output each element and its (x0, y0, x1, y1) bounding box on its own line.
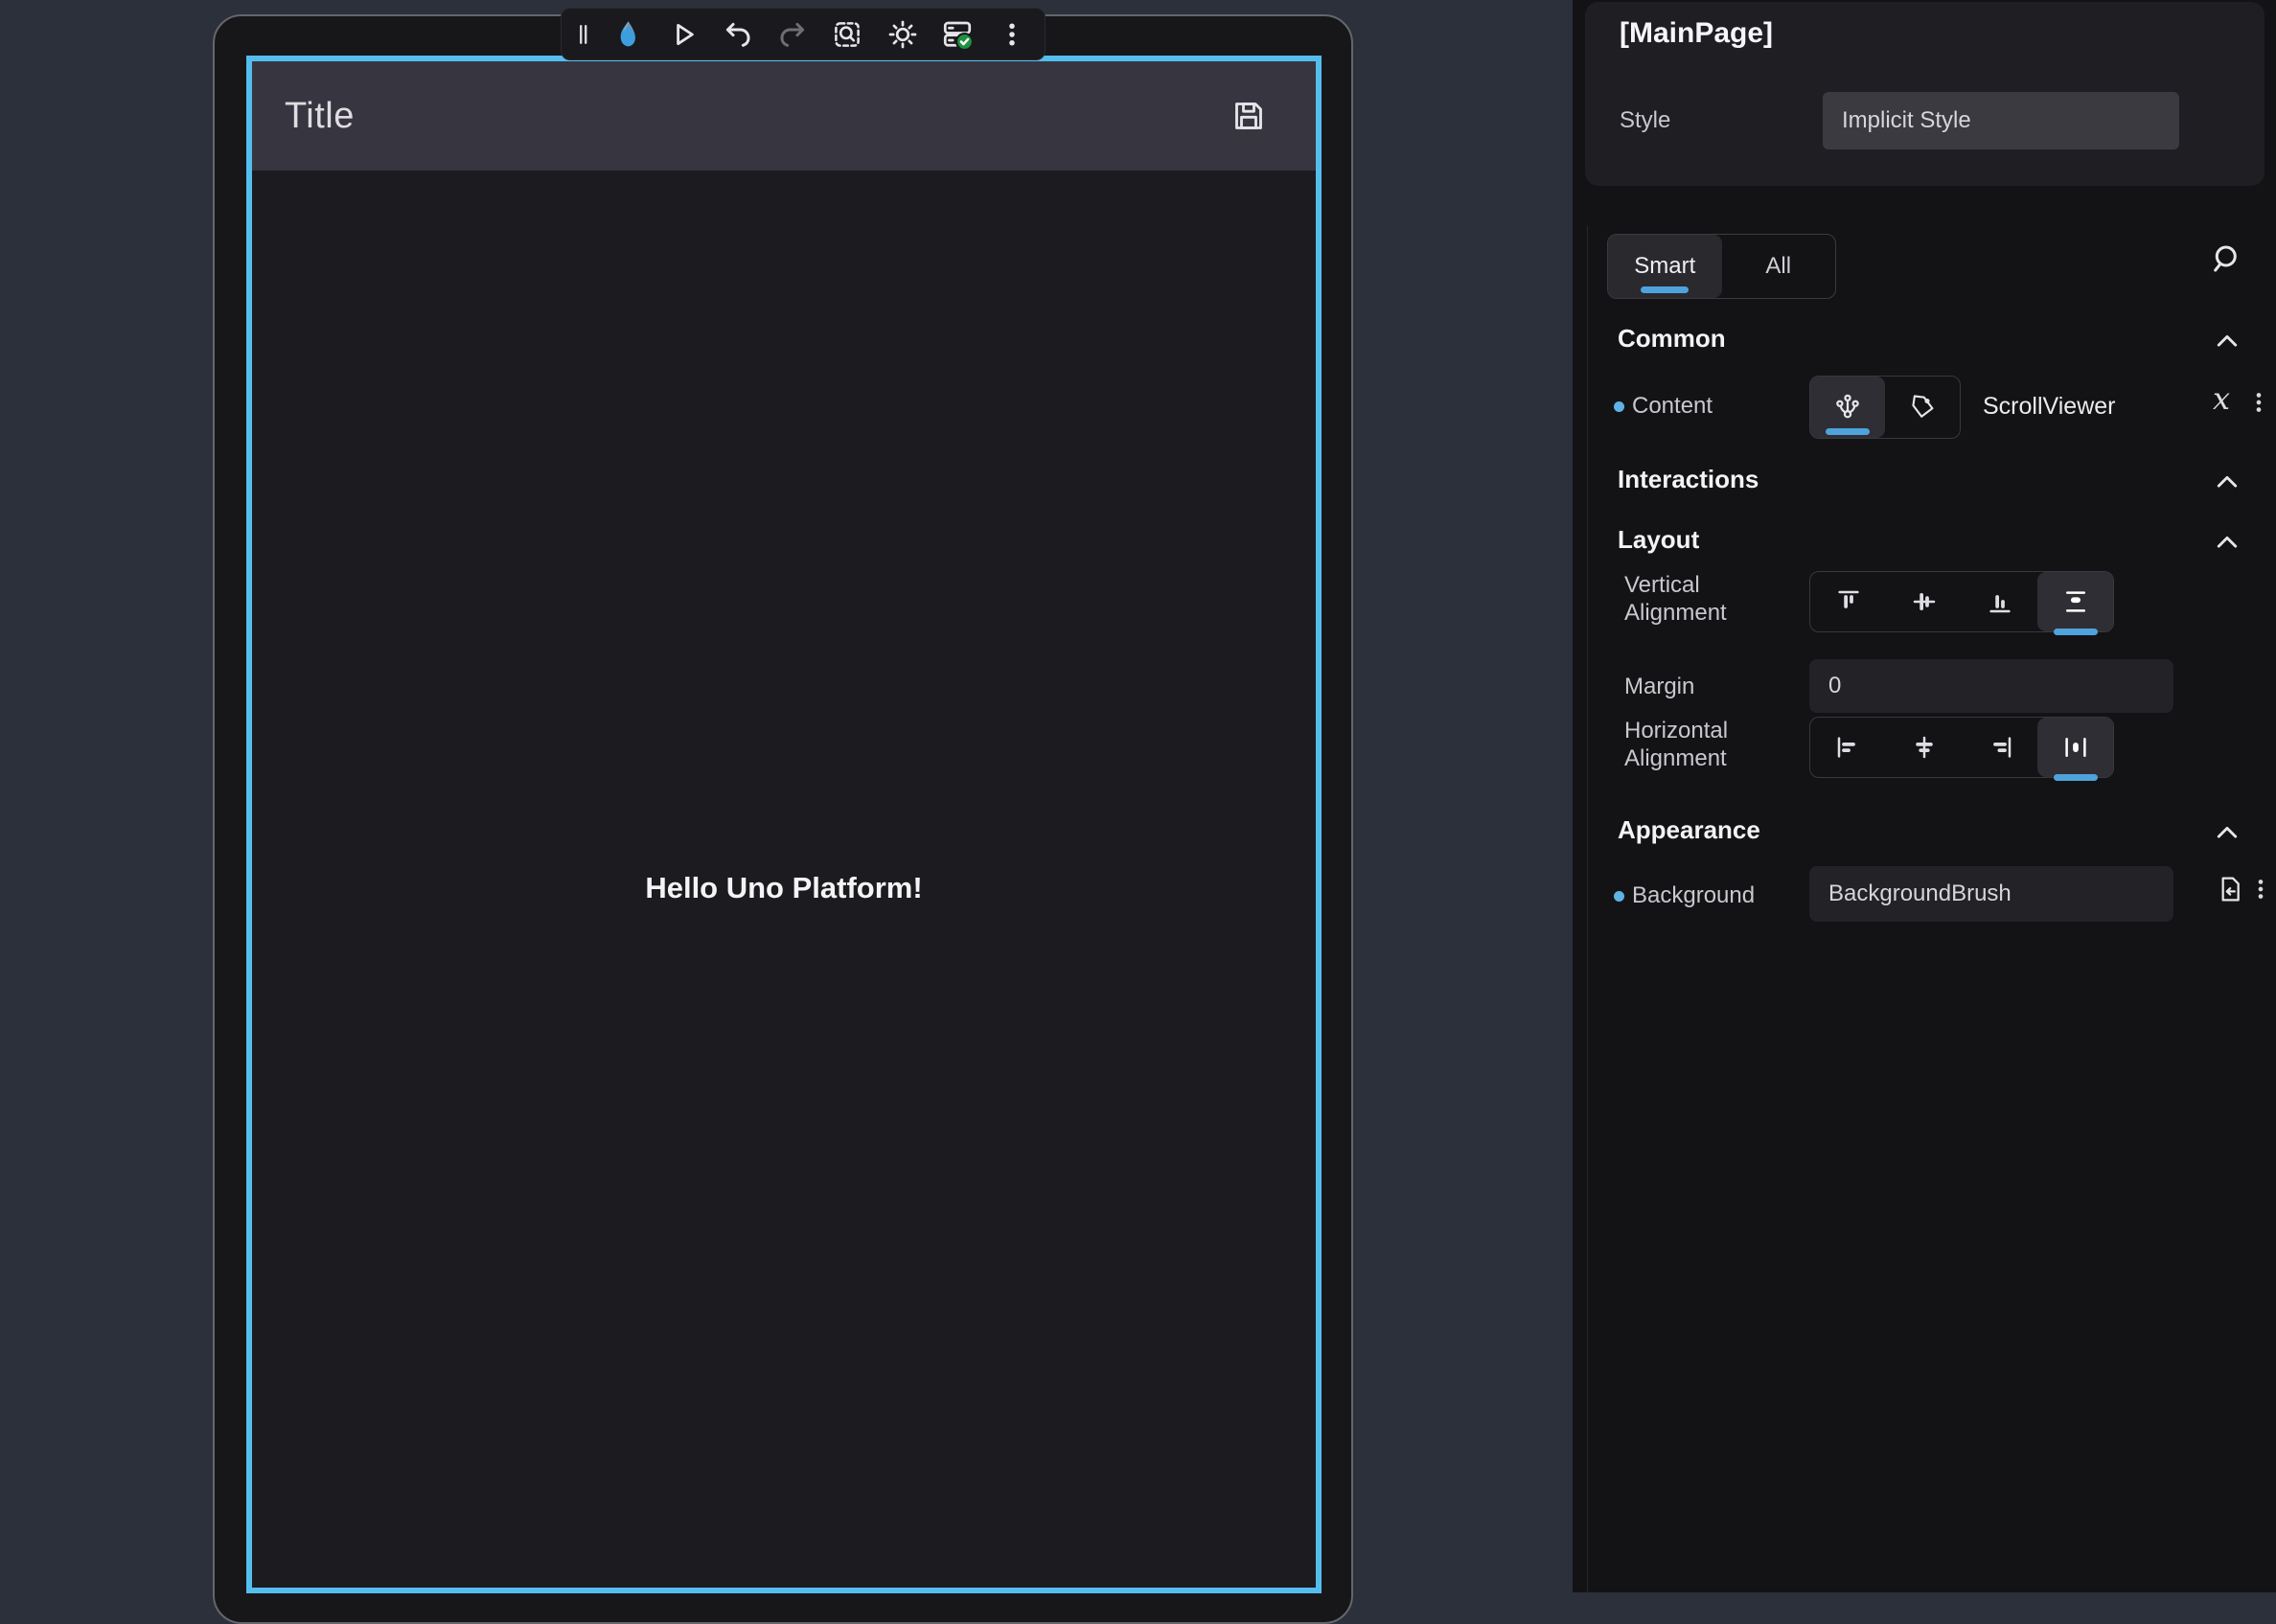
properties-panel: [MainPage] Style Implicit Style Smart Al… (1573, 0, 2276, 1592)
halign-stretch-button[interactable] (2037, 718, 2113, 777)
drag-handle-icon[interactable] (575, 15, 592, 54)
halign-right-button[interactable] (1962, 718, 2037, 777)
content-more-menu-icon[interactable] (2245, 389, 2272, 416)
margin-input[interactable]: 0 (1809, 659, 2173, 713)
content-mode-toggle (1809, 376, 1961, 439)
vertical-alignment-toggle (1809, 571, 2114, 632)
align-left-icon (1834, 733, 1863, 762)
hot-design-toolbar (561, 8, 1046, 60)
vertical-alignment-label: Vertical Alignment (1624, 571, 1768, 627)
hello-text[interactable]: Hello Uno Platform! (252, 871, 1316, 905)
valign-top-button[interactable] (1810, 572, 1886, 631)
style-value: Implicit Style (1842, 107, 1971, 134)
tab-smart-label: Smart (1634, 253, 1695, 280)
halign-center-button[interactable] (1886, 718, 1962, 777)
align-horizontal-center-icon (1910, 733, 1939, 762)
stretch-horizontal-icon (2061, 733, 2090, 762)
margin-value: 0 (1828, 673, 1841, 699)
background-input[interactable]: BackgroundBrush (1809, 866, 2173, 922)
valign-bottom-button[interactable] (1962, 572, 2037, 631)
chevron-up-icon (2213, 469, 2242, 497)
style-label: Style (1620, 107, 1670, 134)
app-title-text: Title (285, 96, 355, 137)
section-appearance-collapse-button[interactable] (2213, 819, 2242, 848)
undo-icon[interactable] (719, 15, 757, 54)
section-layout-collapse-button[interactable] (2213, 529, 2242, 558)
widget-tree-icon (1832, 392, 1863, 423)
section-common-title: Common (1618, 324, 1726, 354)
devices-connected-icon[interactable] (938, 15, 977, 54)
chevron-up-icon (2213, 328, 2242, 356)
redo-icon[interactable] (773, 15, 812, 54)
tab-all[interactable]: All (1722, 235, 1836, 298)
valign-selected-indicator (2054, 629, 2098, 635)
hot-design-flame-icon[interactable] (609, 15, 647, 54)
style-input[interactable]: Implicit Style (1823, 92, 2179, 149)
xaml-expression-icon[interactable]: x (2213, 383, 2230, 414)
margin-label: Margin (1624, 674, 1694, 700)
section-interactions-title: Interactions (1618, 465, 1759, 494)
content-modified-dot (1614, 401, 1624, 412)
section-interactions-collapse-button[interactable] (2213, 469, 2242, 497)
panel-divider (1587, 226, 1588, 1592)
tab-smart[interactable]: Smart (1608, 235, 1722, 298)
content-label: Content (1632, 393, 1713, 420)
more-options-icon[interactable] (993, 15, 1031, 54)
element-picker-icon[interactable] (828, 15, 866, 54)
background-resource-icon[interactable] (2215, 874, 2245, 904)
content-value: ScrollViewer (1983, 393, 2115, 421)
selected-element-card: [MainPage] Style Implicit Style (1585, 2, 2265, 186)
section-common-collapse-button[interactable] (2213, 328, 2242, 356)
chevron-up-icon (2213, 819, 2242, 848)
background-modified-dot (1614, 891, 1624, 902)
property-tabs: Smart All (1607, 234, 1836, 299)
section-layout-title: Layout (1618, 525, 1699, 555)
selected-element-name: [MainPage] (1620, 17, 1773, 50)
tab-smart-active-indicator (1641, 286, 1689, 293)
design-canvas: Title Hello Uno Platform! (0, 0, 1573, 1592)
stretch-vertical-icon (2061, 587, 2090, 616)
chevron-up-icon (2213, 529, 2242, 558)
align-vertical-center-icon (1910, 587, 1939, 616)
content-mode-active-indicator (1826, 428, 1870, 435)
play-icon[interactable] (664, 15, 702, 54)
app-title-bar[interactable]: Title (252, 61, 1316, 171)
background-value: BackgroundBrush (1828, 881, 2012, 907)
valign-stretch-button[interactable] (2037, 572, 2113, 631)
tag-icon (1908, 393, 1937, 422)
search-properties-button[interactable] (2205, 240, 2245, 280)
tab-all-label: All (1765, 253, 1791, 280)
align-bottom-icon (1986, 587, 2014, 616)
horizontal-alignment-label: Horizontal Alignment (1624, 717, 1768, 772)
valign-center-button[interactable] (1886, 572, 1962, 631)
background-label: Background (1632, 882, 1755, 909)
align-top-icon (1834, 587, 1863, 616)
section-appearance-title: Appearance (1618, 815, 1760, 845)
app-preview-selected[interactable]: Title Hello Uno Platform! (246, 56, 1322, 1593)
align-right-icon (1986, 733, 2014, 762)
content-mode-tag[interactable] (1885, 377, 1960, 438)
halign-left-button[interactable] (1810, 718, 1886, 777)
theme-toggle-sun-icon[interactable] (884, 15, 922, 54)
device-frame: Title Hello Uno Platform! (213, 14, 1353, 1624)
horizontal-alignment-toggle (1809, 717, 2114, 778)
background-more-menu-icon[interactable] (2247, 876, 2274, 903)
halign-selected-indicator (2054, 774, 2098, 781)
content-mode-widget-tree[interactable] (1810, 377, 1885, 438)
save-icon[interactable] (1230, 97, 1268, 135)
